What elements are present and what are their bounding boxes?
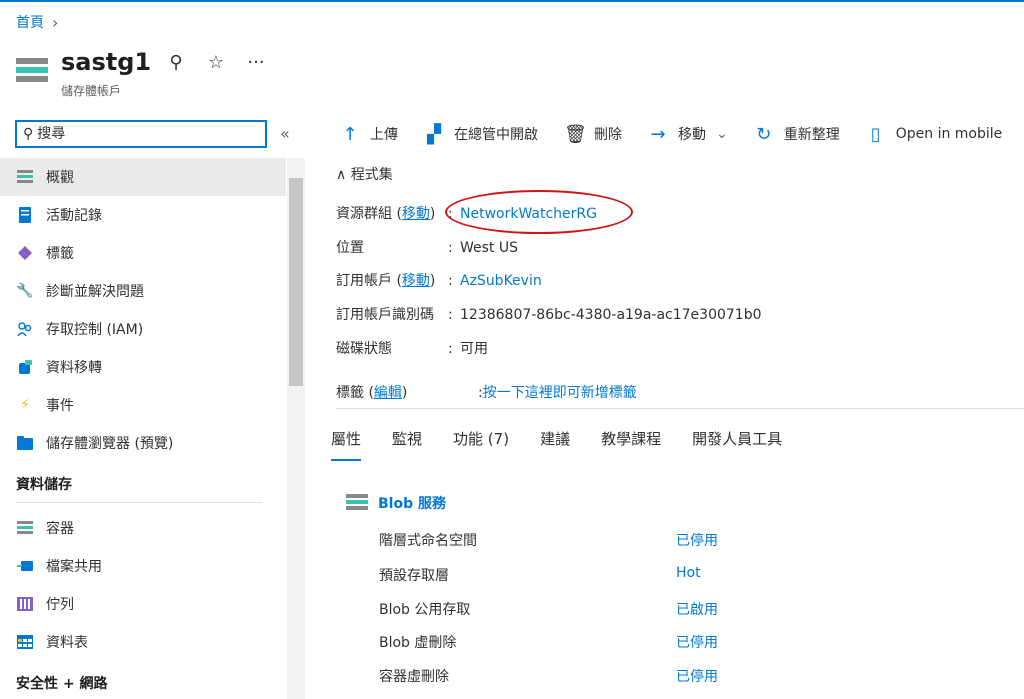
lightning-icon: ⚡ bbox=[20, 397, 30, 413]
overview-icon bbox=[16, 168, 34, 186]
sidebar-item-data-migration[interactable]: 資料移轉 bbox=[0, 348, 286, 386]
activity-log-icon bbox=[16, 206, 34, 224]
queue-icon bbox=[16, 595, 34, 613]
blob-service-icon bbox=[346, 494, 368, 512]
search-icon: ⚲ bbox=[23, 126, 34, 142]
prop-value-link[interactable]: 已停用 bbox=[676, 666, 718, 686]
page-title: sastg1 bbox=[61, 48, 152, 76]
subscription-link[interactable]: AzSubKevin bbox=[460, 273, 542, 289]
prop-label: Blob 虛刪除 bbox=[379, 635, 457, 651]
subscription-row: 訂用帳戶 (移動): AzSubKevin bbox=[336, 273, 542, 289]
scrollbar-thumb[interactable] bbox=[289, 178, 303, 386]
highlight-circle bbox=[445, 190, 633, 234]
trash-icon: 🗑 bbox=[564, 123, 587, 145]
open-in-explorer-button[interactable]: ▞ 在總管中開啟 bbox=[424, 124, 538, 145]
container-icon bbox=[16, 519, 34, 537]
prop-label: 容器虛刪除 bbox=[379, 669, 449, 685]
sidebar-item-file-shares[interactable]: 檔案共用 bbox=[0, 547, 286, 585]
upload-button[interactable]: ↑ 上傳 bbox=[340, 124, 398, 145]
table-icon bbox=[16, 633, 34, 651]
title-actions: ⚲ ☆ ··· bbox=[166, 52, 266, 73]
disk-state-row: 磁碟狀態: 可用 bbox=[336, 341, 488, 357]
tab-recommendations[interactable]: 建議 bbox=[540, 428, 570, 461]
arrow-right-icon: → bbox=[650, 123, 666, 145]
prop-label: 預設存取層 bbox=[379, 568, 449, 584]
pin-icon[interactable]: ⚲ bbox=[166, 52, 186, 73]
more-icon[interactable]: ··· bbox=[246, 52, 266, 73]
sidebar-section-data-storage: 資料儲存 bbox=[16, 477, 72, 493]
sidebar-item-overview[interactable]: 概觀 bbox=[0, 158, 286, 196]
open-in-mobile-button[interactable]: ▯ Open in mobile bbox=[866, 124, 1003, 145]
move-rg-link[interactable]: 移動 bbox=[402, 206, 430, 222]
sidebar-item-queues[interactable]: 佇列 bbox=[0, 585, 286, 623]
tab-tutorials[interactable]: 教學課程 bbox=[601, 428, 661, 461]
prop-value-link[interactable]: 已停用 bbox=[676, 632, 718, 652]
people-icon bbox=[16, 320, 34, 338]
chevron-down-icon: ⌄ bbox=[716, 126, 728, 142]
tags-row: 標籤 (編輯) :按一下這裡即可新增標籤 bbox=[336, 385, 637, 401]
sidebar-item-activity-log[interactable]: 活動記錄 bbox=[0, 196, 286, 234]
explorer-icon: ▞ bbox=[427, 123, 441, 145]
sidebar-item-storage-browser[interactable]: 儲存體瀏覽器 (預覽) bbox=[0, 424, 286, 462]
move-subscription-link[interactable]: 移動 bbox=[402, 273, 430, 289]
tab-developer-tools[interactable]: 開發人員工具 bbox=[692, 428, 782, 461]
add-tags-link[interactable]: 按一下這裡即可新增標籤 bbox=[483, 385, 637, 401]
storage-account-icon bbox=[16, 58, 48, 86]
file-share-icon bbox=[16, 557, 34, 575]
refresh-button[interactable]: ↻ 重新整理 bbox=[754, 124, 840, 145]
search-box[interactable]: ⚲ bbox=[15, 120, 267, 148]
mobile-icon: ▯ bbox=[870, 123, 881, 145]
refresh-icon: ↻ bbox=[756, 123, 772, 145]
breadcrumb-home-link[interactable]: 首頁 bbox=[16, 12, 44, 32]
sidebar-scrollbar[interactable] bbox=[287, 158, 305, 699]
page-subtitle: 儲存體帳戶 bbox=[61, 84, 122, 98]
prop-value-link[interactable]: 已停用 bbox=[676, 530, 718, 550]
location-row: 位置: West US bbox=[336, 240, 519, 256]
upload-icon: ↑ bbox=[342, 123, 358, 145]
subscription-id-row: 訂用帳戶識別碼:12386807-86bc-4380-a19a-ac17e300… bbox=[336, 307, 762, 323]
delete-button[interactable]: 🗑 刪除 bbox=[564, 124, 622, 145]
sidebar-item-events[interactable]: ⚡ 事件 bbox=[0, 386, 286, 424]
tag-icon bbox=[16, 244, 34, 262]
essentials-toggle[interactable]: ∧ 程式集 bbox=[336, 164, 393, 184]
command-bar: ↑ 上傳 ▞ 在總管中開啟 🗑 刪除 → 移動 ⌄ ↻ 重新整理 ▯ Open in mobi… bbox=[340, 120, 1024, 148]
section-divider bbox=[16, 502, 262, 503]
sidebar-item-tags[interactable]: 標籤 bbox=[0, 234, 286, 272]
prop-value-link[interactable]: Hot bbox=[676, 565, 701, 581]
move-button[interactable]: → 移動 ⌄ bbox=[648, 123, 728, 145]
collapse-sidebar-icon[interactable]: « bbox=[280, 124, 290, 143]
star-icon[interactable]: ☆ bbox=[206, 52, 226, 73]
search-input[interactable] bbox=[37, 126, 238, 142]
blob-service-heading[interactable]: Blob 服務 bbox=[346, 493, 446, 513]
tab-monitoring[interactable]: 監視 bbox=[392, 428, 422, 461]
essentials-divider bbox=[336, 408, 1024, 409]
tab-properties[interactable]: 屬性 bbox=[331, 428, 362, 461]
folder-icon bbox=[16, 434, 34, 452]
sidebar-item-tables[interactable]: 資料表 bbox=[0, 623, 286, 661]
edit-tags-link[interactable]: 編輯 bbox=[374, 385, 402, 401]
tab-capabilities[interactable]: 功能 (7) bbox=[453, 428, 509, 461]
data-migration-icon bbox=[16, 358, 34, 376]
prop-label: 階層式命名空間 bbox=[379, 533, 477, 549]
sidebar-section-security-network: 安全性 + 網路 bbox=[16, 676, 108, 692]
prop-value-link[interactable]: 已啟用 bbox=[676, 599, 718, 619]
sidebar-item-iam[interactable]: 存取控制 (IAM) bbox=[0, 310, 286, 348]
breadcrumb: 首頁 › bbox=[16, 12, 58, 32]
sidebar-item-diagnose[interactable]: 🔧 診斷並解決問題 bbox=[0, 272, 286, 310]
sidebar-nav: 概觀 活動記錄 標籤 🔧 診斷並解決問題 存取控制 (IAM) 資料移轉 ⚡ 事… bbox=[0, 158, 286, 699]
chevron-right-icon: › bbox=[52, 12, 59, 32]
prop-label: Blob 公用存取 bbox=[379, 602, 471, 618]
tab-bar: 屬性 監視 功能 (7) 建議 教學課程 開發人員工具 bbox=[331, 428, 782, 461]
sidebar-item-containers[interactable]: 容器 bbox=[0, 509, 286, 547]
wrench-icon: 🔧 bbox=[16, 283, 34, 299]
top-accent-bar bbox=[0, 0, 1024, 2]
